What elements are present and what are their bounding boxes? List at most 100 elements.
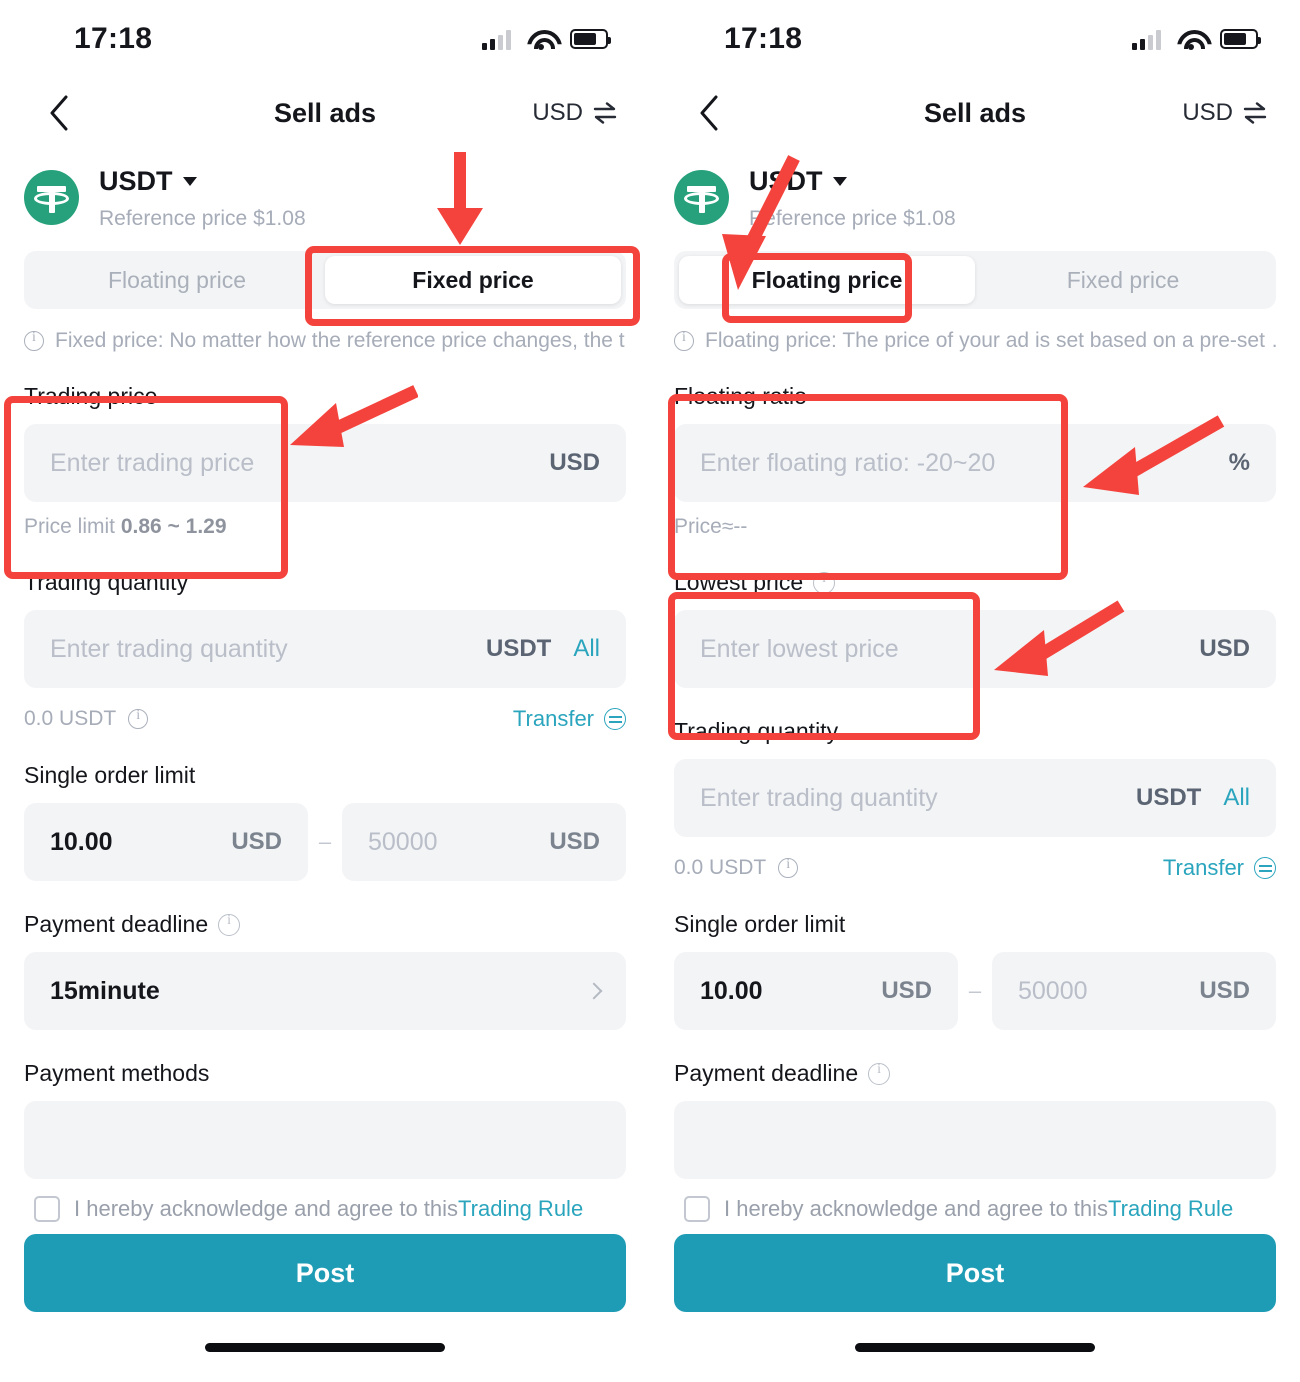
trading-rule-link[interactable]: Trading Rule (1108, 1196, 1233, 1221)
price-limit-prefix: Price limit (24, 515, 121, 538)
coin-symbol: USDT (749, 166, 823, 196)
status-bar-time: 17:18 (74, 22, 153, 55)
coin-text: USDT Reference price $1.08 (749, 166, 956, 231)
payment-deadline-select[interactable]: 15minute (24, 952, 626, 1030)
agree-row[interactable]: I hereby acknowledge and agree to thisTr… (674, 1182, 1276, 1234)
post-button[interactable]: Post (674, 1234, 1276, 1312)
currency-switcher[interactable]: USD (532, 99, 626, 127)
agree-text: I hereby acknowledge and agree to thisTr… (724, 1196, 1233, 1222)
coin-symbol: USDT (99, 166, 173, 196)
agree-text-main: I hereby acknowledge and agree to this (724, 1196, 1109, 1221)
info-circle-icon (674, 330, 694, 351)
trading-quantity-unit: USDT (1135, 784, 1202, 811)
price-type-segmented-control[interactable]: Floating price Fixed price (674, 251, 1276, 309)
order-limit-max-unit: USD (549, 828, 600, 855)
estimated-price-note: Price≈-- (674, 515, 748, 538)
field-single-order-limit: Single order limit 10.00 USD – 50000 USD (24, 762, 626, 881)
order-limit-min-input[interactable]: 10.00 USD (674, 952, 958, 1030)
tab-fixed-price[interactable]: Fixed price (325, 256, 621, 304)
coin-row[interactable]: USDT Reference price $1.08 (650, 148, 1300, 231)
trading-quantity-input[interactable]: Enter trading quantity USDT All (24, 610, 626, 688)
range-separator: – (968, 978, 982, 1003)
back-button[interactable] (686, 90, 732, 136)
swap-vertical-icon (593, 102, 617, 124)
field-trading-price: Trading price Enter trading price USD Pr… (24, 383, 626, 539)
payment-deadline-label: Payment deadline (674, 1060, 1276, 1087)
trading-price-unit: USD (549, 449, 600, 476)
post-button[interactable]: Post (24, 1234, 626, 1312)
coin-selector[interactable]: USDT (99, 166, 306, 197)
lowest-price-placeholder: Enter lowest price (700, 634, 899, 663)
agree-checkbox[interactable] (34, 1196, 60, 1222)
lowest-price-input[interactable]: Enter lowest price USD (674, 610, 1276, 688)
status-bar-icons (482, 29, 611, 50)
floating-ratio-input[interactable]: Enter floating ratio: -20~20 % (674, 424, 1276, 502)
payment-deadline-value: 15minute (50, 976, 160, 1005)
battery-icon (1220, 29, 1261, 49)
order-limit-min-input[interactable]: 10.00 USD (24, 803, 308, 881)
price-type-hint: Floating price: The price of your ad is … (674, 329, 1276, 353)
order-limit-min-value: 10.00 (700, 976, 763, 1005)
trading-quantity-all-button[interactable]: All (573, 635, 600, 663)
wifi-icon (1177, 29, 1204, 50)
field-trading-quantity: Trading quantity Enter trading quantity … (24, 569, 626, 732)
home-indicator (24, 1312, 626, 1382)
chevron-left-icon (50, 95, 68, 131)
nav-bar: Sell ads USD (0, 78, 650, 148)
info-circle-icon[interactable] (778, 857, 799, 878)
order-limit-max-unit: USD (1199, 977, 1250, 1004)
currency-switcher[interactable]: USD (1182, 99, 1276, 127)
coin-selector[interactable]: USDT (749, 166, 956, 197)
field-trading-quantity: Trading quantity Enter trading quantity … (674, 718, 1276, 881)
sell-ad-form-fixed: Trading price Enter trading price USD Pr… (0, 383, 650, 1179)
status-bar-icons (1132, 29, 1261, 50)
status-bar: 17:18 (650, 0, 1300, 78)
tab-floating-price[interactable]: Floating price (679, 256, 975, 304)
order-limit-max-input[interactable]: 50000 USD (992, 952, 1276, 1030)
order-limit-min-value: 10.00 (50, 827, 113, 856)
balance-transfer-row: 0.0 USDT Transfer (24, 706, 626, 732)
field-payment-methods: Payment methods (24, 1060, 626, 1179)
trading-price-label: Trading price (24, 383, 158, 409)
battery-icon (570, 29, 611, 49)
trading-price-placeholder: Enter trading price (50, 448, 255, 477)
tab-fixed-price[interactable]: Fixed price (975, 256, 1271, 304)
tab-floating-price[interactable]: Floating price (29, 256, 325, 304)
price-type-segmented-control[interactable]: Floating price Fixed price (24, 251, 626, 309)
range-separator: – (318, 829, 332, 854)
info-circle-icon[interactable] (128, 708, 149, 729)
back-button[interactable] (36, 90, 82, 136)
trading-quantity-unit: USDT (485, 635, 552, 662)
trading-rule-link[interactable]: Trading Rule (458, 1196, 583, 1221)
payment-deadline-select[interactable] (674, 1101, 1276, 1179)
info-circle-icon[interactable] (218, 913, 241, 936)
single-order-limit-row: 10.00 USD – 50000 USD (24, 803, 626, 881)
info-circle-icon[interactable] (813, 571, 836, 594)
hint-text: Floating price: The price of your ad is … (705, 329, 1276, 352)
single-order-limit-row: 10.00 USD – 50000 USD (674, 952, 1276, 1030)
trading-quantity-input[interactable]: Enter trading quantity USDT All (674, 759, 1276, 837)
trading-price-input[interactable]: Enter trading price USD (24, 424, 626, 502)
order-limit-max-placeholder: 50000 (1018, 976, 1088, 1005)
price-type-hint: Fixed price: No matter how the reference… (24, 329, 626, 353)
order-limit-max-placeholder: 50000 (368, 827, 438, 856)
phone-screen-fixed-price: 17:18 Sell ads USD USDT Reference price … (0, 0, 650, 1382)
trading-quantity-all-button[interactable]: All (1223, 784, 1250, 812)
coin-row[interactable]: USDT Reference price $1.08 (0, 148, 650, 231)
agree-checkbox[interactable] (684, 1196, 710, 1222)
floating-ratio-placeholder: Enter floating ratio: -20~20 (700, 448, 996, 477)
available-balance: 0.0 USDT (24, 707, 149, 731)
swap-vertical-icon (1243, 102, 1267, 124)
wifi-icon (527, 29, 554, 50)
info-circle-icon[interactable] (868, 1062, 891, 1085)
payment-methods-select[interactable] (24, 1101, 626, 1179)
transfer-button[interactable]: Transfer (513, 706, 626, 732)
transfer-button[interactable]: Transfer (1163, 855, 1276, 881)
usdt-tether-icon (24, 170, 79, 225)
nav-bar: Sell ads USD (650, 78, 1300, 148)
single-order-limit-label: Single order limit (674, 911, 846, 937)
agree-row[interactable]: I hereby acknowledge and agree to thisTr… (24, 1182, 626, 1234)
lowest-price-unit: USD (1199, 635, 1250, 662)
field-payment-deadline: Payment deadline (674, 1060, 1276, 1179)
order-limit-max-input[interactable]: 50000 USD (342, 803, 626, 881)
